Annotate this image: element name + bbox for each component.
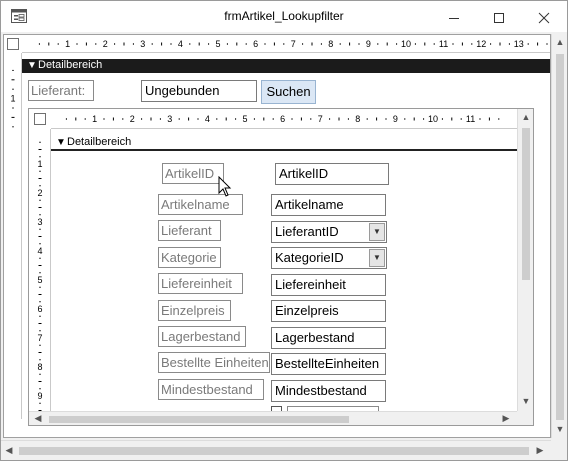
ruler-number: 5 (242, 114, 247, 124)
ruler-number: 11 (439, 39, 448, 49)
label-lagerbestand[interactable]: Lagerbestand (158, 326, 246, 347)
label-kategorie[interactable]: Kategorie (158, 247, 221, 268)
outer-vertical-scrollbar[interactable]: ▲ ▼ (551, 34, 567, 438)
textbox-mindestbestand[interactable]: Mindestbestand (271, 380, 386, 402)
maximize-button[interactable] (477, 2, 521, 32)
subform-horizontal-scroll-thumb[interactable] (49, 416, 349, 423)
scroll-up-icon[interactable]: ▲ (518, 112, 534, 122)
search-button[interactable]: Suchen (261, 80, 316, 104)
outer-design-surface: 1 2 3 4 5 6 7 8 9 10 11 12 13 1 ▼ Detailbereich Lief… (3, 34, 551, 438)
section-collapse-icon: ▼ (27, 60, 37, 71)
label-einzelpreis[interactable]: Einzelpreis (158, 300, 231, 321)
ruler-number: 6 (280, 114, 285, 124)
horizontal-ruler[interactable]: 1 2 3 4 5 6 7 8 9 10 11 12 13 (22, 35, 550, 53)
chevron-down-icon[interactable]: ▼ (369, 223, 385, 241)
outer-horizontal-scrollbar[interactable]: ◀ ▶ (1, 440, 551, 460)
scroll-down-icon[interactable]: ▼ (518, 396, 534, 406)
textbox-lagerbestand[interactable]: Lagerbestand (271, 327, 386, 349)
ruler-number: 4 (37, 246, 42, 256)
ruler-number: 12 (476, 39, 486, 49)
detail-section-label: Detailbereich (38, 59, 103, 71)
combo-lieferantid-value: LieferantID (275, 224, 339, 239)
subform-horizontal-scrollbar[interactable]: ◀ ▶ (29, 411, 517, 425)
ruler-number: 3 (167, 114, 172, 124)
textbox-liefereinheit[interactable]: Liefereinheit (271, 274, 386, 296)
ruler-number: 1 (37, 159, 42, 169)
scrollbar-corner (517, 411, 533, 425)
textbox-einzelpreis[interactable]: Einzelpreis (271, 300, 386, 322)
lieferant-filter-combo[interactable]: Ungebunden (141, 80, 257, 102)
close-icon (538, 12, 550, 24)
ruler-number: 1 (10, 94, 15, 104)
label-bestellte-einheiten[interactable]: Bestellte Einheiten (158, 352, 270, 373)
scroll-right-icon[interactable]: ▶ (501, 413, 511, 424)
ruler-number: 10 (401, 39, 411, 49)
scroll-down-icon[interactable]: ▼ (552, 424, 568, 434)
subform-form-selector[interactable] (34, 113, 46, 125)
label-liefereinheit[interactable]: Liefereinheit (158, 273, 243, 294)
textbox-artikelid[interactable]: ArtikelID (275, 163, 389, 185)
outer-vertical-scroll-thumb[interactable] (556, 54, 564, 420)
scroll-left-icon[interactable]: ◀ (4, 445, 14, 456)
ruler-number: 11 (466, 114, 475, 124)
combo-kategorieid-value: KategorieID (275, 250, 344, 265)
mouse-pointer-icon (218, 176, 232, 197)
form-selector[interactable] (7, 38, 19, 50)
ruler-number: 7 (291, 39, 296, 49)
ruler-number: 2 (130, 114, 135, 124)
ruler-number: 2 (103, 39, 108, 49)
close-button[interactable] (522, 2, 566, 32)
ruler-number: 10 (428, 114, 438, 124)
ruler-number: 7 (37, 333, 42, 343)
subform-section-label: Detailbereich (67, 136, 132, 148)
chevron-down-icon[interactable]: ▼ (369, 249, 385, 267)
maximize-icon (494, 13, 504, 24)
ruler-number: 3 (37, 217, 42, 227)
ruler-number: 13 (514, 39, 524, 49)
ruler-corner[interactable] (4, 35, 22, 53)
ruler-number: 1 (92, 114, 97, 124)
ruler-number: 6 (37, 304, 42, 314)
section-collapse-icon: ▼ (56, 137, 66, 148)
label-lieferant[interactable]: Lieferant (158, 220, 221, 241)
ruler-number: 2 (37, 188, 42, 198)
combo-kategorieid[interactable]: KategorieID ▼ (271, 247, 387, 269)
label-artikelid[interactable]: ArtikelID (162, 163, 224, 184)
ruler-number: 8 (37, 362, 42, 372)
label-mindestbestand[interactable]: Mindestbestand (158, 379, 264, 400)
scroll-left-icon[interactable]: ◀ (33, 413, 43, 424)
minimize-icon (449, 18, 459, 20)
ruler-number: 7 (318, 114, 323, 124)
title-bar: frmArtikel_Lookupfilter (1, 1, 567, 32)
scroll-up-icon[interactable]: ▲ (552, 37, 568, 47)
subform-detail-section-bar[interactable]: ▼ Detailbereich (51, 135, 517, 151)
ruler-number: 4 (205, 114, 210, 124)
combo-lieferantid[interactable]: LieferantID ▼ (271, 221, 387, 243)
ruler-number: 5 (37, 275, 42, 285)
ruler-number: 8 (355, 114, 360, 124)
textbox-artikelname[interactable]: Artikelname (271, 194, 386, 216)
ruler-number: 9 (393, 114, 398, 124)
subform-control[interactable]: 1 2 3 4 5 6 7 8 9 10 11 123456789 ▼ Detailbereich … (28, 108, 534, 426)
scroll-right-icon[interactable]: ▶ (535, 445, 545, 456)
ruler-number: 4 (178, 39, 183, 49)
minimize-button[interactable] (432, 2, 476, 32)
lieferant-filter-label: Lieferant: (28, 80, 94, 101)
textbox-bestellteeinheiten[interactable]: BestellteEinheiten (271, 353, 386, 375)
ruler-number: 6 (253, 39, 258, 49)
subform-ruler-corner[interactable] (29, 109, 51, 129)
subform-vertical-ruler[interactable]: 1 2 3 4 5 6 7 8 9 (29, 129, 51, 411)
vertical-ruler[interactable]: 1 (4, 53, 22, 419)
subform-vertical-scrollbar[interactable]: ▲ ▼ (517, 109, 533, 411)
ruler-number: 3 (140, 39, 145, 49)
ruler-number: 8 (328, 39, 333, 49)
ruler-number: 5 (215, 39, 220, 49)
subform-horizontal-ruler[interactable]: 1 2 3 4 5 6 7 8 9 10 11 (51, 109, 517, 129)
detail-section-bar[interactable]: ▼ Detailbereich (22, 59, 550, 73)
ruler-number: 1 (65, 39, 70, 49)
outer-horizontal-scroll-thumb[interactable] (19, 447, 529, 455)
ruler-number: 9 (366, 39, 371, 49)
subform-vertical-scroll-thumb[interactable] (522, 128, 530, 280)
ruler-number: 9 (37, 391, 42, 401)
